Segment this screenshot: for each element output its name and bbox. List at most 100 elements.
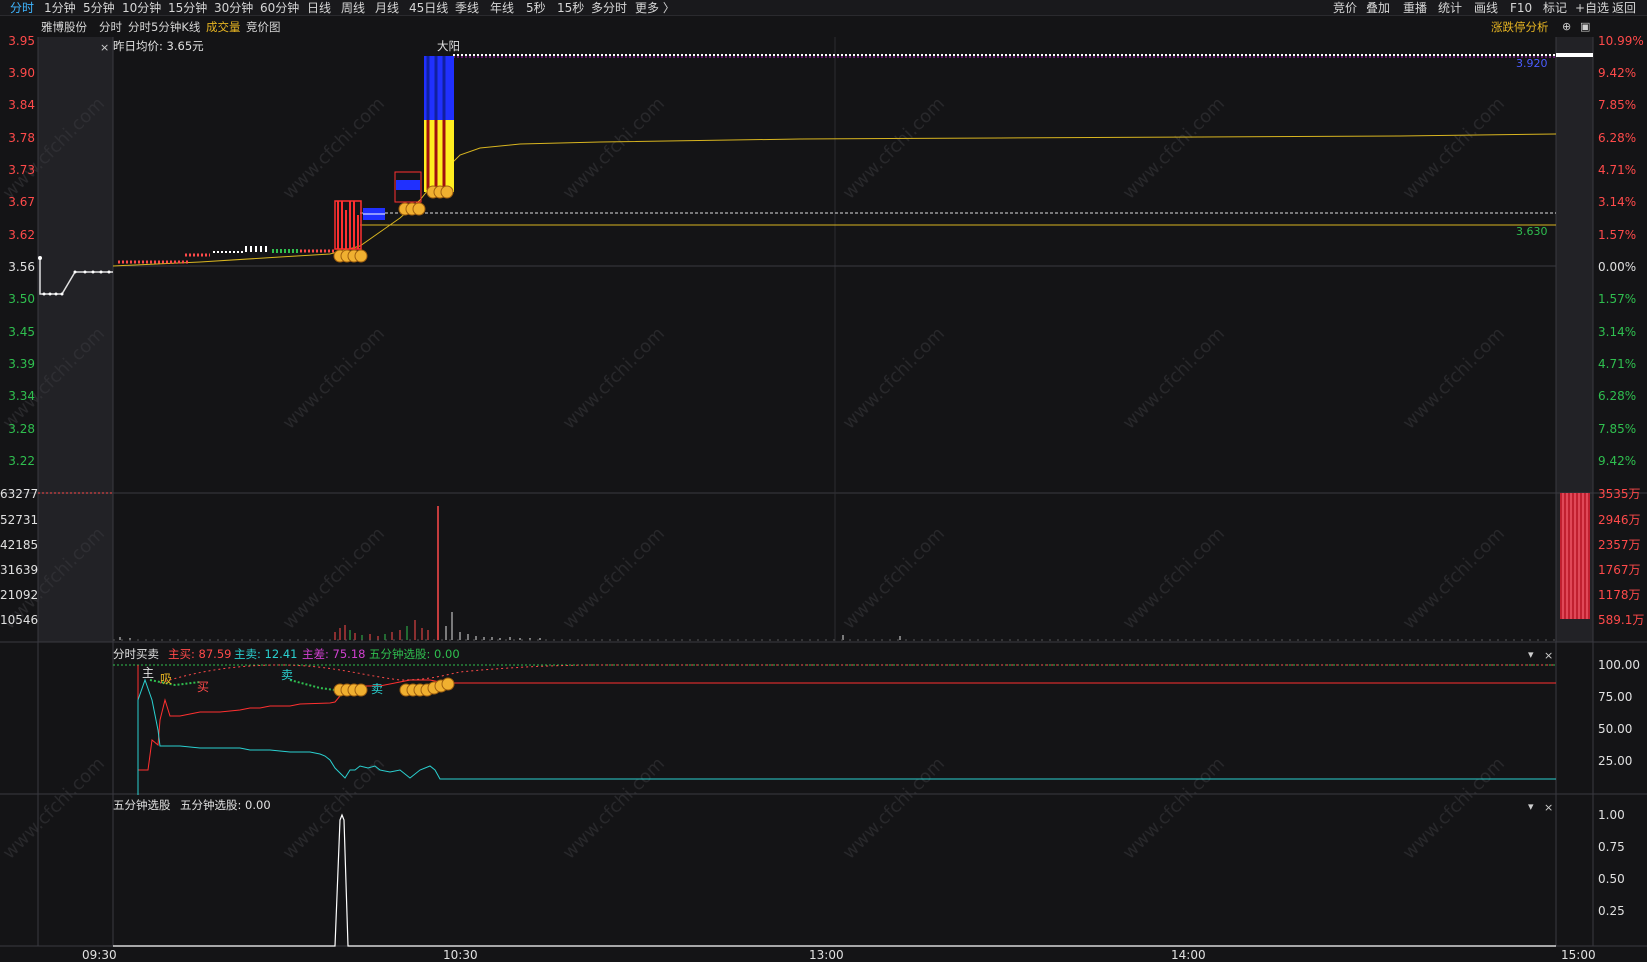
buysell-axis-right: 50.00 [1598,722,1633,736]
price-axis-left: 3.95 [8,34,35,48]
volume-axis-right: 1178万 [1598,588,1641,602]
buysell-title: 分时买卖 [113,647,159,661]
buysell-axis-right: 75.00 [1598,690,1633,704]
svg-text:www.cfchi.com: www.cfchi.com [839,323,949,433]
price-axis-left: 3.73 [8,163,35,177]
pct-axis-right: 9.42% [1598,454,1637,468]
pct-axis-right: 7.85% [1598,98,1637,112]
pct-axis-right: 1.57% [1598,292,1637,306]
time-label: 09:30 [82,948,117,962]
five-panel-value: 五分钟选股: 0.00 [180,798,271,812]
pct-axis-right: 4.71% [1598,163,1637,177]
pct-axis-right: 6.28% [1598,389,1637,403]
sell-mark: 卖 [371,682,384,696]
sell-mark: 卖 [281,668,294,682]
svg-text:www.cfchi.com: www.cfchi.com [1119,323,1229,433]
pct-axis-right: 3.14% [1598,195,1637,209]
price-axis-left: 3.90 [8,66,35,80]
big-yang-annotation: 大阳 [437,39,460,53]
price-axis-left: 3.62 [8,228,35,242]
svg-text:www.cfchi.com: www.cfchi.com [839,523,949,633]
price-marker [1556,53,1593,57]
limit-price-label: 3.920 [1516,57,1548,70]
svg-text:www.cfchi.com: www.cfchi.com [1399,323,1509,433]
buysell-axis-right: 100.00 [1598,658,1640,672]
avg-close-icon: × [100,41,109,54]
svg-text:www.cfchi.com: www.cfchi.com [279,323,389,433]
pct-axis-right: 7.85% [1598,422,1637,436]
volume-axis-left: 52731 [0,513,39,527]
svg-text:www.cfchi.com: www.cfchi.com [279,753,389,863]
svg-text:www.cfchi.com: www.cfchi.com [559,323,669,433]
pct-axis-right: 4.71% [1598,357,1637,371]
buysell-axis-right: 25.00 [1598,754,1633,768]
volume-axis-right: 1767万 [1598,563,1641,577]
buy-mark: 买 [197,680,210,694]
price-axis-left: 3.56 [8,260,35,274]
price-axis-left: 3.67 [8,195,35,209]
price-axis-left: 3.39 [8,357,35,371]
volume-axis-left: 63277 [0,487,39,501]
time-label: 15:00 [1561,948,1596,962]
main-sell-value: 主卖: 12.41 [234,647,298,661]
svg-text:www.cfchi.com: www.cfchi.com [1119,93,1229,203]
signal-coins [333,185,454,263]
volume-axis-right: 3535万 [1598,487,1641,501]
svg-text:www.cfchi.com: www.cfchi.com [1399,523,1509,633]
buysell-dropdown-icon: ▾ [1528,648,1534,661]
absorb-mark: 吸 [160,672,173,686]
main-buy-line [137,665,1556,771]
time-label: 14:00 [1171,948,1206,962]
yesterday-avg-label: 昨日均价: 3.65元 [113,39,204,53]
time-label: 10:30 [443,948,478,962]
five-min-signal-line [113,813,1556,947]
volume-axis-right: 2357万 [1598,538,1641,552]
svg-text:www.cfchi.com: www.cfchi.com [1119,523,1229,633]
svg-text:www.cfchi.com: www.cfchi.com [0,753,109,863]
pct-axis-right: 0.00% [1598,260,1637,274]
intraday-chart[interactable]: www.cfchi.com www.cfchi.com www.cfchi.co… [0,0,1647,962]
svg-text:www.cfchi.com: www.cfchi.com [1399,753,1509,863]
five-dropdown-icon: ▾ [1528,800,1534,813]
pct-axis-right: 9.42% [1598,66,1637,80]
volume-axis-right: 589.1万 [1598,613,1645,627]
svg-text:www.cfchi.com: www.cfchi.com [559,93,669,203]
main-mark: 主 [142,666,155,680]
svg-text:www.cfchi.com: www.cfchi.com [839,753,949,863]
five-close-icon: × [1544,801,1553,814]
auction-volume-stripes [1562,493,1588,619]
main-buy-value: 主买: 87.59 [168,647,232,661]
svg-text:www.cfchi.com: www.cfchi.com [279,93,389,203]
five-panel-title: 五分钟选股 [113,798,171,812]
buysell-close-icon: × [1544,649,1553,662]
five-axis-right: 0.75 [1598,840,1625,854]
ref-price-label: 3.630 [1516,225,1548,238]
svg-text:www.cfchi.com: www.cfchi.com [1399,93,1509,203]
price-axis-left: 3.84 [8,98,35,112]
svg-text:www.cfchi.com: www.cfchi.com [559,753,669,863]
price-axis-left: 3.50 [8,292,35,306]
price-axis-left: 3.34 [8,389,35,403]
five-min-value: 五分钟选股: 0.00 [369,647,460,661]
price-axis-left: 3.45 [8,325,35,339]
volume-axis-left: 21092 [0,588,39,602]
volume-axis-left: 31639 [0,563,39,577]
pct-axis-right: 3.14% [1598,325,1637,339]
trend-dotted-red [159,664,1556,684]
svg-text:www.cfchi.com: www.cfchi.com [839,93,949,203]
five-axis-right: 0.25 [1598,904,1625,918]
volume-axis-left: 42185 [0,538,39,552]
price-axis-left: 3.22 [8,454,35,468]
five-axis-right: 0.50 [1598,872,1625,886]
volume-axis-left: 10546 [0,613,39,627]
main-diff-value: 主差: 75.18 [302,647,366,661]
pct-axis-right: 1.57% [1598,228,1637,242]
pct-axis-right: 10.99% [1598,34,1644,48]
volume-bars [119,506,901,640]
five-axis-right: 1.00 [1598,808,1625,822]
svg-text:www.cfchi.com: www.cfchi.com [279,523,389,633]
svg-text:www.cfchi.com: www.cfchi.com [1119,753,1229,863]
volume-axis-right: 2946万 [1598,513,1641,527]
pct-axis-right: 6.28% [1598,131,1637,145]
kline-candles [334,56,454,250]
